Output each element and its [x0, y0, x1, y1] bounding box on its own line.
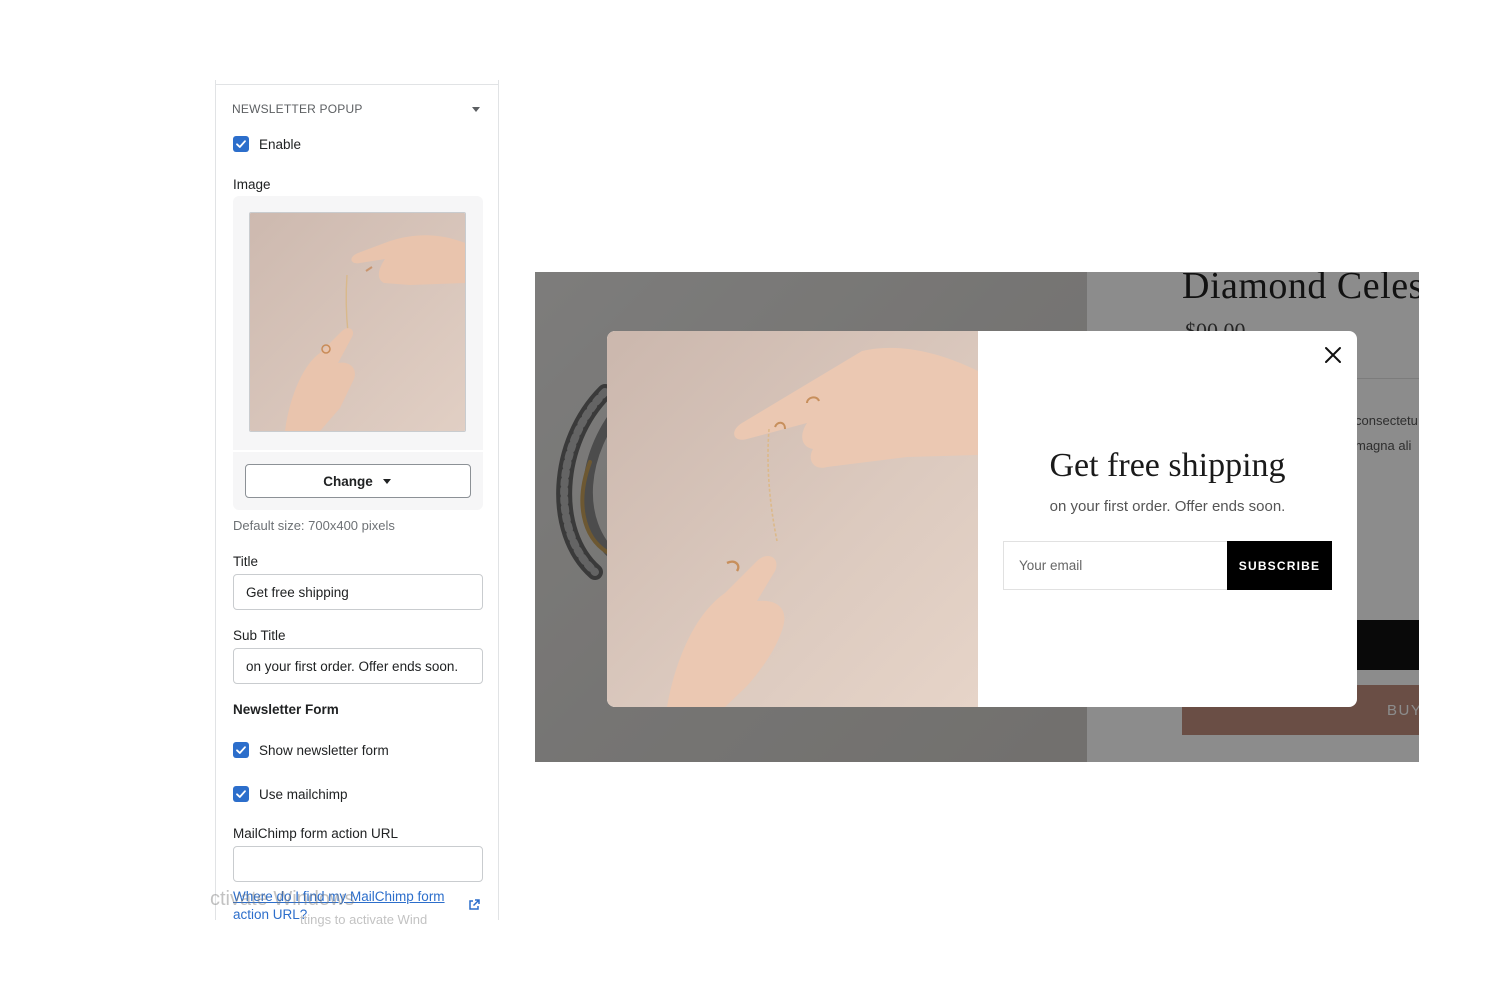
checkmark-icon — [236, 140, 246, 148]
close-icon[interactable] — [1321, 343, 1345, 367]
panel-divider — [216, 84, 498, 85]
show-newsletter-form-row[interactable]: Show newsletter form — [233, 742, 389, 758]
enable-checkbox[interactable] — [233, 136, 249, 152]
hands-with-rings-image — [607, 331, 978, 707]
subtitle-input[interactable] — [233, 648, 483, 684]
change-label: Change — [323, 473, 373, 489]
show-newsletter-form-label: Show newsletter form — [259, 742, 389, 758]
use-mailchimp-row[interactable]: Use mailchimp — [233, 786, 348, 802]
newsletter-popup-section-header[interactable]: NEWSLETTER POPUP — [232, 100, 482, 118]
mailchimp-url-input[interactable] — [233, 846, 483, 882]
mailchimp-help-link[interactable]: Where do I find my MailChimp form action… — [233, 888, 463, 920]
use-mailchimp-label: Use mailchimp — [259, 786, 348, 802]
popup-email-input[interactable] — [1003, 541, 1227, 590]
show-newsletter-form-checkbox[interactable] — [233, 742, 249, 758]
checkmark-icon — [236, 790, 246, 798]
change-image-button[interactable]: Change — [245, 464, 471, 498]
image-picker: Change — [233, 196, 483, 510]
newsletter-form-heading: Newsletter Form — [233, 702, 339, 717]
subscribe-button[interactable]: SUBSCRIBE — [1227, 541, 1332, 590]
popup-subtitle: on your first order. Offer ends soon. — [1049, 498, 1286, 515]
external-link-icon[interactable] — [467, 898, 481, 912]
enable-label: Enable — [259, 136, 302, 152]
storefront-preview: Diamond Celes $00.00 consectetu magna al… — [535, 272, 1419, 762]
popup-image — [607, 331, 978, 707]
settings-panel: NEWSLETTER POPUP Enable Image Change Def… — [215, 80, 499, 920]
image-thumbnail[interactable] — [249, 212, 466, 432]
checkmark-icon — [236, 746, 246, 754]
hands-with-rings-image — [250, 213, 465, 431]
newsletter-popup: Get free shipping on your first order. O… — [607, 331, 1357, 707]
enable-checkbox-row[interactable]: Enable — [233, 136, 301, 152]
image-default-size: Default size: 700x400 pixels — [233, 518, 395, 533]
subtitle-label: Sub Title — [233, 628, 286, 643]
title-label: Title — [233, 554, 259, 569]
mailchimp-url-label: MailChimp form action URL — [233, 826, 399, 841]
section-title: NEWSLETTER POPUP — [232, 102, 363, 116]
image-label: Image — [233, 177, 271, 192]
caret-down-icon — [382, 478, 391, 484]
use-mailchimp-checkbox[interactable] — [233, 786, 249, 802]
title-input[interactable] — [233, 574, 483, 610]
image-divider — [233, 450, 483, 452]
caret-down-icon[interactable] — [472, 106, 480, 112]
popup-title: Get free shipping — [1049, 447, 1286, 484]
